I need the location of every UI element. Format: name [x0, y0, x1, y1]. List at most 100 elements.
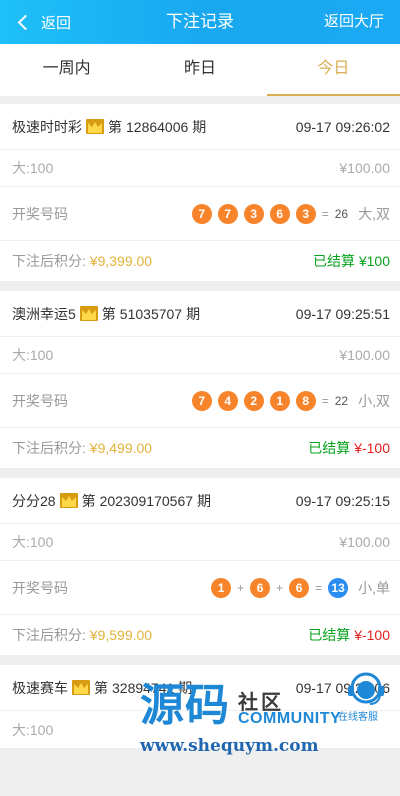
score-value: ¥9,499.00	[89, 440, 153, 456]
tab-week[interactable]: 一周内	[0, 44, 133, 96]
bet-amount: ¥100.00	[339, 160, 390, 176]
back-button[interactable]: 返回	[17, 0, 72, 44]
issue-suffix: 期	[178, 679, 193, 696]
draw-ball: 6	[269, 203, 290, 224]
date-tabs: 一周内 昨日 今日	[0, 44, 400, 96]
issue-number: 202309170567	[99, 492, 194, 509]
score-info: 下注后积分: ¥9,499.00	[12, 438, 152, 458]
issue-number: 51035707	[119, 305, 183, 322]
draw-sum: 26	[334, 206, 349, 221]
return-lobby-button[interactable]: 返回大厅	[324, 0, 384, 44]
bet-row: 大:100 ¥100.00	[0, 337, 400, 374]
bet-record-card[interactable]: 极速时时彩 第 12864006 期 09-17 09:26:02 大:100 …	[0, 104, 400, 281]
score-info: 下注后积分: ¥9,399.00	[12, 251, 152, 271]
draw-ball: 3	[243, 203, 264, 224]
draw-result: 小,双	[358, 392, 390, 409]
record-header-row: 分分28 第 202309170567 期 09-17 09:25:15	[0, 478, 400, 524]
equals-sign: =	[315, 580, 323, 595]
settle-info: 已结算 ¥100	[313, 251, 390, 271]
settle-info: 已结算 ¥-100	[308, 438, 390, 458]
draw-sum: 22	[334, 393, 349, 408]
draw-ball: 1	[269, 390, 290, 411]
tab-today[interactable]: 今日	[266, 44, 400, 96]
issue-suffix: 期	[197, 492, 212, 509]
issue-number: 12864006	[126, 118, 189, 135]
draw-row: 开奖号码 7 7 3 6 3 = 26 大,双	[0, 187, 400, 241]
bet-time: 09-17 09:25:15	[295, 492, 390, 509]
draw-ball: 1	[211, 577, 232, 598]
settle-row: 下注后积分: ¥9,499.00 已结算 ¥-100	[0, 428, 400, 468]
draw-numbers: 1 + 6 + 6 = 13 小,单	[211, 577, 390, 598]
draw-ball: 8	[295, 390, 316, 411]
draw-ball: 7	[217, 203, 238, 224]
customer-service-label[interactable]: 在线客服	[338, 708, 378, 723]
game-name: 极速赛车	[12, 679, 68, 696]
issue-prefix: 第	[108, 118, 122, 135]
draw-ball: 6	[250, 577, 271, 598]
draw-label: 开奖号码	[12, 392, 68, 409]
game-name: 澳洲幸运5	[12, 305, 76, 322]
chevron-left-icon	[17, 14, 34, 31]
bet-record-card[interactable]: 分分28 第 202309170567 期 09-17 09:25:15 大:1…	[0, 478, 400, 655]
draw-ball: 4	[217, 390, 238, 411]
settle-row: 下注后积分: ¥9,599.00 已结算 ¥-100	[0, 615, 400, 655]
draw-ball: 2	[243, 390, 264, 411]
score-label: 下注后积分:	[12, 440, 86, 456]
draw-row: 开奖号码 1 + 6 + 6 = 13 小,单	[0, 561, 400, 615]
issue-number: 32894741	[112, 679, 175, 696]
bet-time: 09-17 09:25:51	[295, 305, 390, 322]
settle-amount: ¥-100	[354, 627, 390, 643]
settle-row: 下注后积分: ¥9,399.00 已结算 ¥100	[0, 241, 400, 281]
score-label: 下注后积分:	[12, 253, 86, 269]
tab-yesterday[interactable]: 昨日	[133, 44, 266, 96]
issue-suffix: 期	[186, 305, 201, 322]
issue-prefix: 第	[101, 305, 116, 322]
bet-amount: ¥100.00	[339, 534, 390, 550]
score-label: 下注后积分:	[12, 627, 86, 643]
draw-sum: 13	[328, 577, 349, 598]
settle-status: 已结算	[308, 627, 351, 643]
record-header-row: 澳洲幸运5 第 51035707 期 09-17 09:25:51	[0, 291, 400, 337]
draw-ball: 3	[295, 203, 316, 224]
record-header-row: 极速时时彩 第 12864006 期 09-17 09:26:02	[0, 104, 400, 150]
draw-label: 开奖号码	[12, 579, 68, 596]
game-name: 分分28	[12, 492, 56, 509]
equals-sign: =	[321, 206, 329, 221]
bet-time: 09-17 09:26:02	[295, 118, 390, 135]
back-label: 返回	[41, 14, 72, 32]
bet-amount: ¥100.00	[339, 347, 390, 363]
crown-icon	[72, 680, 90, 695]
draw-ball: 6	[289, 577, 310, 598]
score-value: ¥9,399.00	[89, 253, 153, 269]
top-bar: 返回 下注记录 返回大厅	[0, 0, 400, 44]
bet-content: 大:100	[12, 721, 54, 738]
bet-row: 大:100 ¥100.00	[0, 150, 400, 187]
bet-row: 大:100 ¥100.00	[0, 524, 400, 561]
draw-numbers: 7 4 2 1 8 = 22 小,双	[191, 390, 390, 411]
game-name: 极速时时彩	[12, 118, 82, 135]
draw-ball: 7	[191, 203, 212, 224]
settle-amount: ¥-100	[354, 440, 390, 456]
settle-status: 已结算	[308, 440, 351, 456]
plus-sign: +	[237, 580, 245, 595]
plus-sign: +	[276, 580, 284, 595]
crown-icon	[86, 119, 104, 134]
equals-sign: =	[321, 393, 329, 408]
draw-row: 开奖号码 7 4 2 1 8 = 22 小,双	[0, 374, 400, 428]
bet-record-card[interactable]: 澳洲幸运5 第 51035707 期 09-17 09:25:51 大:100 …	[0, 291, 400, 468]
draw-label: 开奖号码	[12, 205, 68, 222]
draw-result: 小,单	[358, 579, 390, 596]
draw-ball: 7	[191, 390, 212, 411]
draw-numbers: 7 7 3 6 3 = 26 大,双	[191, 203, 390, 224]
bet-content: 大:100	[12, 160, 54, 176]
settle-status: 已结算	[312, 253, 355, 269]
settle-info: 已结算 ¥-100	[308, 625, 390, 645]
settle-amount: ¥100	[358, 253, 390, 269]
bet-record-list: 极速时时彩 第 12864006 期 09-17 09:26:02 大:100 …	[0, 96, 400, 748]
issue-suffix: 期	[192, 118, 207, 135]
score-info: 下注后积分: ¥9,599.00	[12, 625, 152, 645]
bet-content: 大:100	[12, 347, 54, 363]
crown-icon	[79, 306, 98, 321]
issue-prefix: 第	[81, 492, 96, 509]
crown-icon	[59, 493, 78, 508]
